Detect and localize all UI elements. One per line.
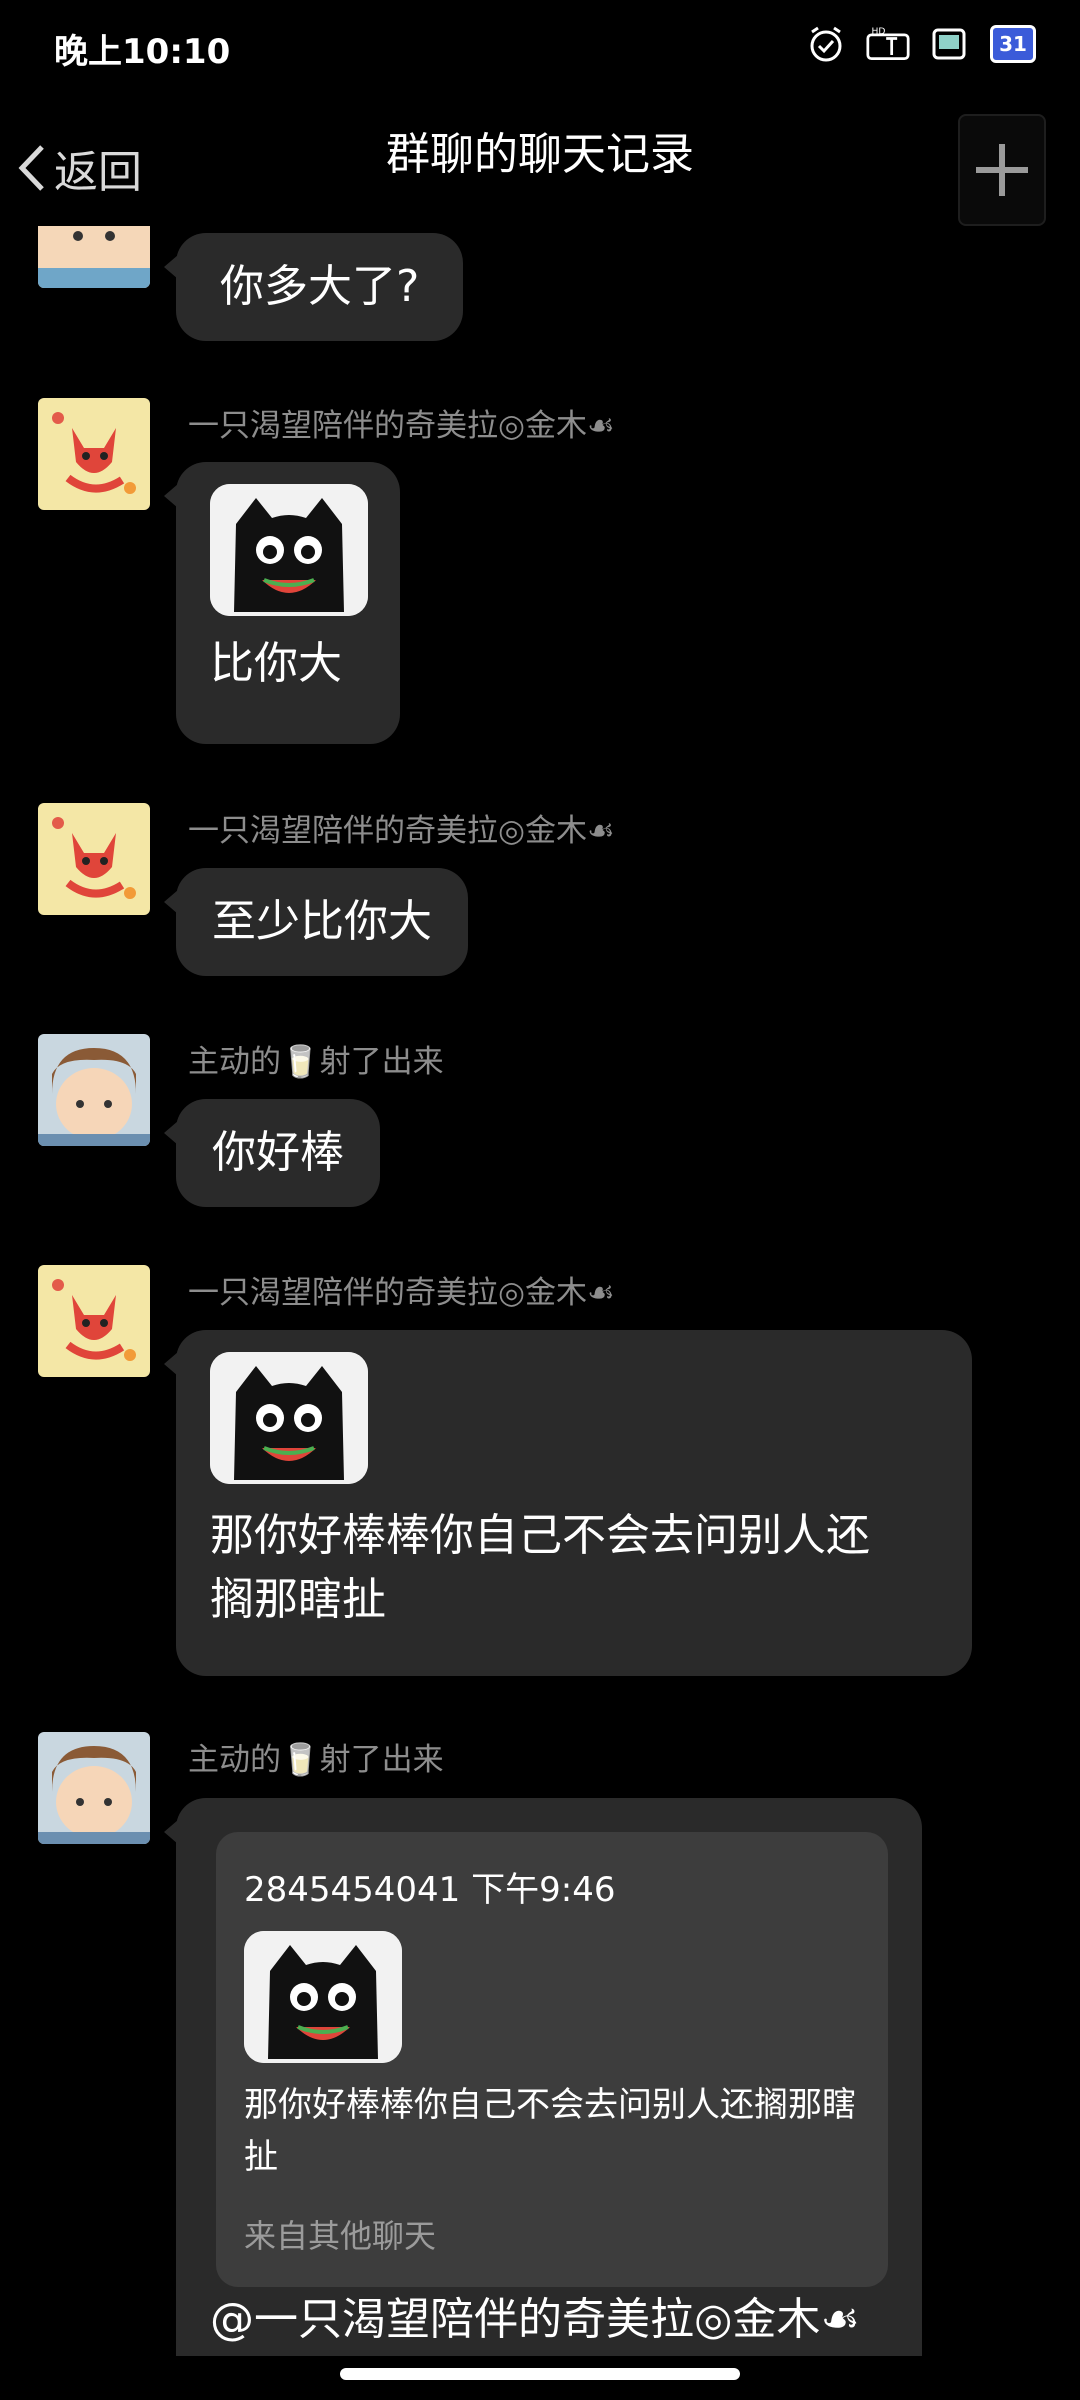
sender-name: 一只渴望陪伴的奇美拉◎金木☙ [188,1275,615,1311]
sender-name: 一只渴望陪伴的奇美拉◎金木☙ [188,813,615,849]
message-bubble[interactable]: 比你大 [164,462,400,744]
alarm-icon [804,22,848,66]
svg-text:HD: HD [872,26,886,37]
battery-icon [928,22,972,66]
message-bubble[interactable]: 那你好棒棒你自己不会去问别人还搁那瞎扯 [164,1330,972,1676]
sender-name: 主动的🥛射了出来 [188,1044,444,1080]
status-bar: 晚上10:10 HD 31 [0,0,1080,96]
message-text: 那你好棒棒你自己不会去问别人还搁那瞎扯 [210,1510,870,1625]
message-text: 至少比你大 [212,896,432,947]
add-button[interactable] [958,114,1046,226]
sender-name: 一只渴望陪伴的奇美拉◎金木☙ [188,408,615,444]
calendar-icon: 31 [990,25,1036,63]
sticker-image[interactable] [210,484,368,616]
navbar: 返回 群聊的聊天记录 [0,96,1080,226]
hd-signal-icon: HD [866,22,910,66]
plus-icon [976,144,1028,196]
sender-name: 主动的🥛射了出来 [188,1742,444,1778]
message-bubble[interactable]: 2845454041 下午9:46 那你好棒棒你自己不会去问别人还搁那瞎扯 来自… [164,1798,922,2356]
message-bubble[interactable]: 你好棒 [164,1099,380,1207]
sticker-image[interactable] [210,1352,368,1484]
message-bubble[interactable]: 至少比你大 [164,868,468,976]
quote-header: 2845454041 下午9:46 [244,1870,616,1910]
message-bubble[interactable]: 你多大了? [163,233,464,341]
avatar[interactable] [38,803,150,915]
status-time: 晚上10:10 [54,32,231,72]
forwarded-message-card[interactable]: 2845454041 下午9:46 那你好棒棒你自己不会去问别人还搁那瞎扯 来自… [216,1832,888,2287]
avatar[interactable] [38,1732,150,1844]
message-text: @一只渴望陪伴的奇美拉◎金木☙ @一只渴望陪伴的奇美拉◎金 [210,2294,860,2345]
avatar[interactable] [38,398,150,510]
sticker-image[interactable] [244,1931,402,2063]
home-indicator[interactable] [340,2368,740,2380]
avatar[interactable] [38,1265,150,1377]
avatar[interactable] [38,1034,150,1146]
quote-text: 那你好棒棒你自己不会去问别人还搁那瞎扯 [244,2085,856,2177]
message-text: 你多大了? [220,261,420,312]
page-title: 群聊的聊天记录 [386,129,694,180]
avatar[interactable] [38,226,150,288]
quote-source: 来自其他聊天 [244,2217,437,2255]
status-icons: HD 31 [804,22,1036,66]
message-text: 你好棒 [212,1127,344,1178]
chat-history[interactable]: 你多大了? 一只渴望陪伴的奇美拉◎金木☙ 比你大 一只渴望陪伴的奇美拉◎金木☙ … [0,226,1080,2356]
message-text: 比你大 [210,638,342,689]
